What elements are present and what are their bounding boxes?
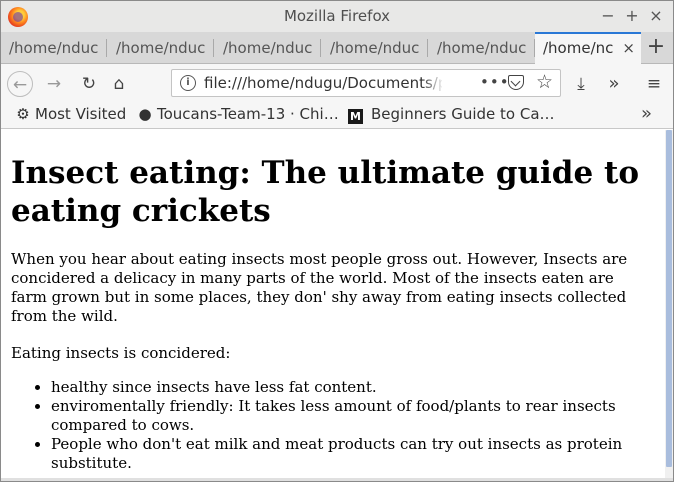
- tab[interactable]: /home/nduc: [322, 32, 428, 64]
- forward-button[interactable]: →: [41, 71, 67, 97]
- maximize-button[interactable]: +: [623, 6, 641, 26]
- toolbar-overflow-button[interactable]: »: [601, 71, 627, 97]
- title-bar: Mozilla Firefox − + ×: [1, 1, 673, 32]
- page-actions-icon[interactable]: •••: [480, 73, 510, 91]
- list-item: enviromentally friendly: It takes less a…: [51, 397, 651, 435]
- tab-label: /home/nduc: [223, 39, 313, 57]
- scrollbar-thumb[interactable]: [666, 130, 672, 467]
- tab-label: /home/nduc: [330, 39, 420, 57]
- tab-active[interactable]: /home/nc ×: [535, 32, 641, 64]
- bookmark-most-visited[interactable]: ⚙ Most Visited: [15, 105, 126, 123]
- article-heading: Insect eating: The ultimate guide to eat…: [11, 155, 639, 229]
- vertical-scrollbar[interactable]: [665, 130, 673, 481]
- bookmarks-overflow-icon[interactable]: »: [641, 103, 652, 124]
- bookmark-label: Toucans-Team-13 · Chi…: [157, 105, 339, 123]
- article-paragraph: When you hear about eating insects most …: [11, 250, 628, 325]
- bookmark-toucans[interactable]: ● Toucans-Team-13 · Chi…: [137, 105, 339, 123]
- status-strip: [1, 478, 673, 481]
- tab-label: /home/nduc: [437, 39, 527, 57]
- browser-window: Mozilla Firefox − + × /home/nduc /home/n…: [0, 0, 674, 482]
- url-input[interactable]: file:///home/ndugu/Documents/pr: [204, 74, 442, 92]
- list-item: People who don't eat milk and meat produ…: [51, 435, 651, 473]
- url-fade: [422, 71, 444, 95]
- minimize-button[interactable]: −: [599, 6, 617, 26]
- navigation-bar: ← → ↻ ⌂ i file:///home/ndugu/Documents/p…: [1, 64, 673, 102]
- article-paragraph: Eating insects is concidered:: [11, 344, 231, 362]
- tab-strip: /home/nduc /home/nduc /home/nduc /home/n…: [1, 32, 673, 64]
- downloads-button[interactable]: ⤓: [568, 71, 594, 97]
- benefits-list: healthy since insects have less fat cont…: [51, 378, 651, 473]
- tab-label: /home/nc: [543, 39, 614, 57]
- bookmark-label: Most Visited: [35, 105, 127, 123]
- tab[interactable]: /home/nduc: [1, 32, 107, 64]
- medium-icon: M: [348, 109, 363, 124]
- info-icon[interactable]: i: [180, 75, 196, 91]
- tab[interactable]: /home/nduc: [215, 32, 321, 64]
- tab-label: /home/nduc: [9, 39, 99, 57]
- pocket-icon[interactable]: [508, 75, 524, 90]
- reload-button[interactable]: ↻: [76, 71, 102, 97]
- new-tab-button[interactable]: +: [641, 32, 671, 64]
- bookmark-beginners-guide[interactable]: M Beginners Guide to Ca…: [348, 105, 555, 124]
- page-content: Insect eating: The ultimate guide to eat…: [1, 130, 665, 481]
- url-bar[interactable]: i file:///home/ndugu/Documents/pr ••• ☆: [171, 69, 561, 97]
- bookmark-label: Beginners Guide to Ca…: [371, 105, 555, 123]
- back-button[interactable]: ←: [7, 71, 33, 97]
- bookmark-star-icon[interactable]: ☆: [536, 71, 553, 93]
- github-icon: ●: [138, 105, 152, 123]
- hamburger-menu-button[interactable]: ≡: [641, 71, 667, 97]
- bookmarks-toolbar: ⚙ Most Visited ● Toucans-Team-13 · Chi… MB…: [1, 102, 673, 129]
- tab[interactable]: /home/nduc: [108, 32, 214, 64]
- tab-close-icon[interactable]: ×: [622, 34, 635, 62]
- close-window-button[interactable]: ×: [647, 6, 665, 26]
- tab[interactable]: /home/nduc: [429, 32, 535, 64]
- gear-icon: ⚙: [16, 105, 30, 123]
- tab-label: /home/nduc: [116, 39, 206, 57]
- list-item: healthy since insects have less fat cont…: [51, 378, 651, 397]
- window-title: Mozilla Firefox: [283, 7, 391, 25]
- home-button[interactable]: ⌂: [106, 71, 132, 97]
